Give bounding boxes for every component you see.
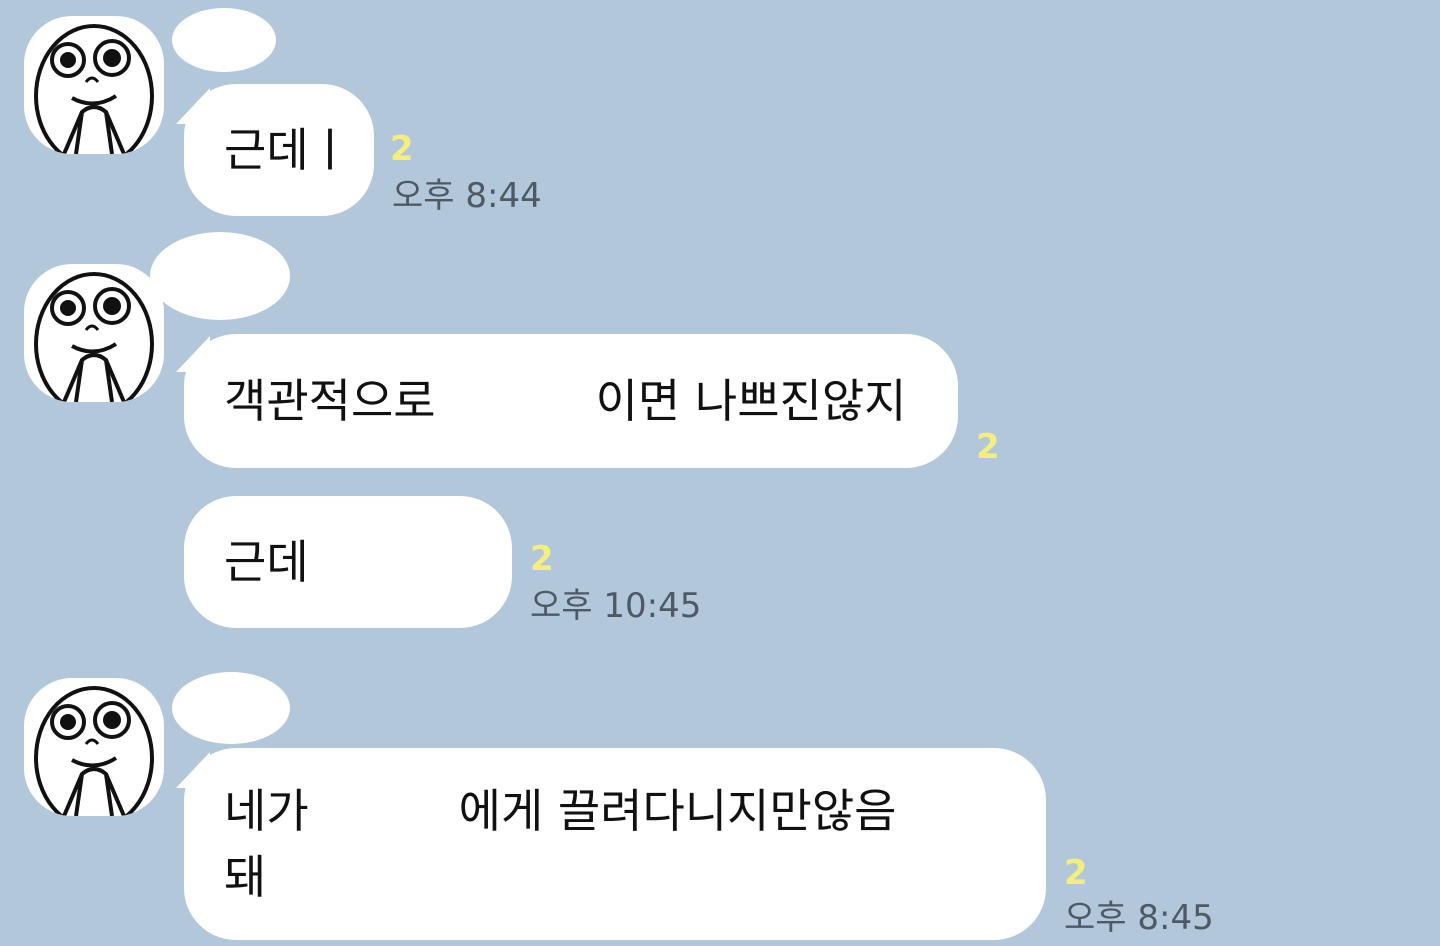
message-text: 에게 끌려다니지만않음 — [458, 784, 897, 838]
message-time: 오후 10:45 — [530, 586, 702, 626]
redacted-text — [308, 794, 459, 835]
message-text: 돼 — [224, 850, 267, 904]
message-text: 근데 — [224, 535, 309, 589]
message-text: 네가 — [224, 784, 309, 838]
message-text: 이면 나쁘진않지 — [595, 374, 907, 428]
message-text: 근데ㅣ — [224, 123, 351, 177]
profile-avatar[interactable] — [24, 16, 164, 154]
message-line: 네가 에게 끌려다니지만않음 — [224, 778, 1006, 844]
message-time: 오후 8:45 — [1064, 898, 1214, 938]
avatar-character-icon — [34, 686, 154, 816]
chat-room: 근데ㅣ 2 오후 8:44 객관적으로 이면 나쁘진않지 2 근데 2 오후 10… — [0, 0, 1440, 946]
redacted-text — [435, 384, 596, 425]
message-bubble[interactable]: 근데ㅣ — [184, 84, 374, 216]
message-time: 오후 8:44 — [392, 176, 542, 216]
message-line: 돼 — [224, 844, 1006, 910]
avatar-character-icon — [34, 24, 154, 154]
profile-avatar[interactable] — [24, 678, 164, 816]
avatar-character-icon — [34, 272, 154, 402]
unread-count: 2 — [976, 427, 1000, 467]
sender-name-redacted — [172, 672, 290, 744]
message-text: 객관적으로 — [224, 374, 436, 428]
unread-count: 2 — [390, 129, 414, 169]
message-bubble[interactable]: 근데 — [184, 496, 512, 628]
message-bubble[interactable]: 객관적으로 이면 나쁘진않지 — [184, 334, 958, 468]
sender-name-redacted — [172, 8, 276, 72]
sender-name-redacted — [150, 232, 290, 320]
unread-count: 2 — [1064, 853, 1088, 893]
unread-count: 2 — [530, 539, 554, 579]
profile-avatar[interactable] — [24, 264, 164, 402]
message-bubble[interactable]: 네가 에게 끌려다니지만않음 돼 — [184, 748, 1046, 940]
